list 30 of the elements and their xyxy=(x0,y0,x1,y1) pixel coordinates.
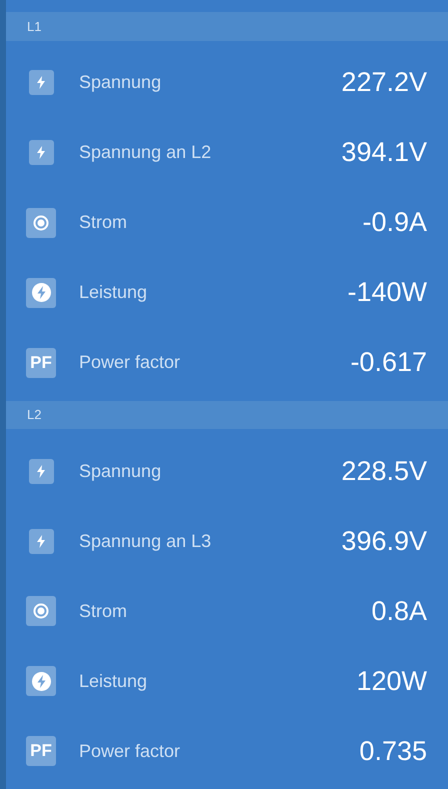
row-label: Power factor xyxy=(79,740,182,762)
lightning-icon xyxy=(28,70,54,95)
row-value: 0.735 xyxy=(359,736,427,766)
row-label: Leistung xyxy=(79,670,148,692)
row-label: Leistung xyxy=(79,282,148,303)
row-label: Spannung an L3 xyxy=(79,530,212,552)
lightning-icon xyxy=(28,458,54,484)
circle-target-icon xyxy=(26,596,56,626)
row-value: -140W xyxy=(347,277,427,308)
row-label: Strom xyxy=(79,212,128,233)
section-header: L2 xyxy=(6,400,448,429)
row-label: Spannung xyxy=(79,72,162,93)
row-value: 0.8A xyxy=(371,596,427,626)
row-value: -0.617 xyxy=(350,347,427,378)
lightning-icon xyxy=(28,140,54,165)
lightning-icon xyxy=(28,528,54,554)
pf-icon: PF xyxy=(26,348,56,378)
row-value: 394.1V xyxy=(341,137,427,168)
row-value: 120W xyxy=(356,666,427,696)
circle-target-icon xyxy=(26,208,56,238)
row-label: Strom xyxy=(79,600,128,622)
row-label: Power factor xyxy=(79,352,182,373)
row-label: Spannung an L2 xyxy=(79,142,212,163)
row-value: 227.2V xyxy=(341,67,427,98)
row-value: 228.5V xyxy=(341,456,427,486)
pf-icon: PF xyxy=(26,736,56,766)
row-label: Spannung xyxy=(79,460,162,482)
row-value: 396.9V xyxy=(341,526,427,556)
section-header: L1 xyxy=(6,12,448,40)
row-value: -0.9A xyxy=(362,207,427,238)
